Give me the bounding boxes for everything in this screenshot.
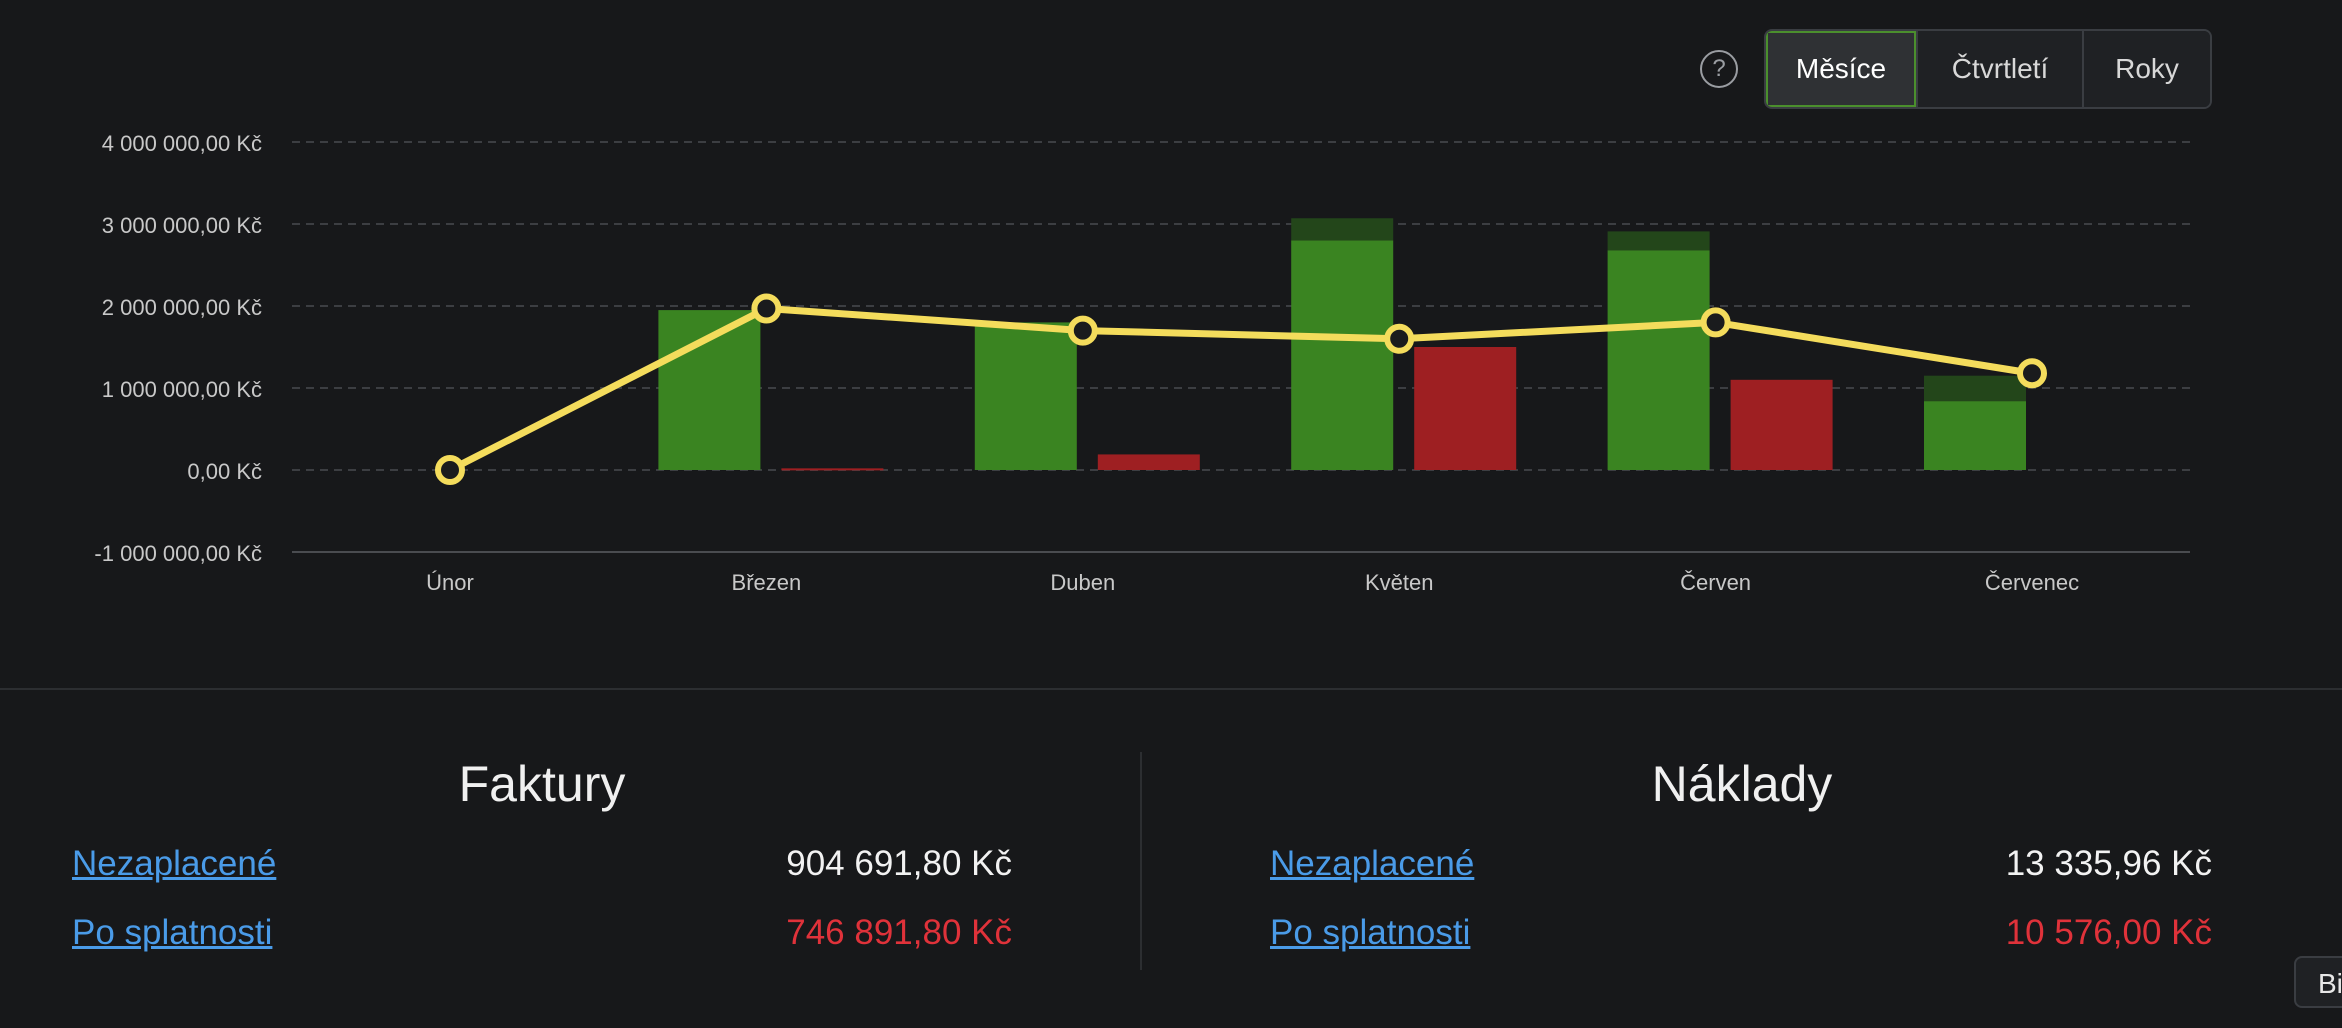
x-tick-label: Červenec	[1985, 570, 2079, 595]
profit-point	[1067, 315, 1098, 346]
invoices-title: Faktury	[458, 756, 626, 812]
x-tick-label: Únor	[426, 570, 474, 595]
profit-point	[1700, 307, 1731, 338]
period-button-years[interactable]: Roky	[2084, 31, 2210, 107]
costs-overdue-value: 10 576,00 Kč	[2005, 913, 2212, 952]
period-toggle: Měsíce Čtvrtletí Roky	[1764, 29, 2212, 109]
invoices-overdue-value: 746 891,80 Kč	[786, 913, 1012, 952]
profit-point	[751, 293, 782, 324]
bar-invoiced	[1607, 250, 1710, 470]
x-tick-label: Březen	[732, 570, 802, 595]
profit-point	[435, 455, 465, 485]
bar-costs	[1414, 347, 1517, 470]
invoices-unpaid-link[interactable]: Nezaplacené	[72, 844, 276, 884]
costs-unpaid-link[interactable]: Nezaplacené	[1270, 844, 1474, 884]
y-tick-label: 4 000 000,00 Kč	[102, 131, 262, 156]
help-icon[interactable]: ?	[1700, 50, 1738, 88]
section-divider	[0, 688, 2342, 690]
period-button-months[interactable]: Měsíce	[1766, 31, 1918, 107]
x-tick-label: Duben	[1050, 570, 1115, 595]
profit-point	[1384, 323, 1415, 354]
y-tick-label: 0,00 Kč	[187, 459, 262, 484]
invoices-overdue-link[interactable]: Po splatnosti	[72, 913, 272, 953]
y-tick-label: -1 000 000,00 Kč	[94, 541, 262, 566]
panel-divider	[1140, 752, 1142, 970]
costs-unpaid-value: 13 335,96 Kč	[2005, 844, 2212, 883]
x-tick-label: Květen	[1365, 570, 1434, 595]
corner-tab[interactable]: Bi	[2294, 956, 2342, 1008]
y-tick-label: 2 000 000,00 Kč	[102, 295, 262, 320]
bar-invoiced	[1924, 401, 2026, 470]
costs-overdue-link[interactable]: Po splatnosti	[1270, 913, 1470, 953]
y-tick-label: 1 000 000,00 Kč	[102, 377, 262, 402]
bar-unpaid	[1924, 375, 2026, 402]
profit-point	[2017, 358, 2047, 389]
bar-unpaid	[1291, 218, 1394, 241]
bar-invoiced	[974, 322, 1077, 470]
bar-costs	[1730, 379, 1833, 470]
costs-title: Náklady	[1651, 756, 1833, 812]
x-tick-label: Červen	[1680, 570, 1751, 595]
bar-costs	[1097, 454, 1200, 470]
bar-unpaid	[1607, 231, 1710, 251]
period-button-quarters[interactable]: Čtvrtletí	[1918, 31, 2084, 107]
chart-area: 4 000 000,00 Kč 3 000 000,00 Kč 2 000 000,…	[0, 0, 2342, 688]
bar-costs	[781, 468, 884, 471]
bar-invoiced	[1291, 240, 1394, 470]
invoices-unpaid-value: 904 691,80 Kč	[786, 844, 1012, 883]
y-tick-label: 3 000 000,00 Kč	[102, 213, 262, 238]
